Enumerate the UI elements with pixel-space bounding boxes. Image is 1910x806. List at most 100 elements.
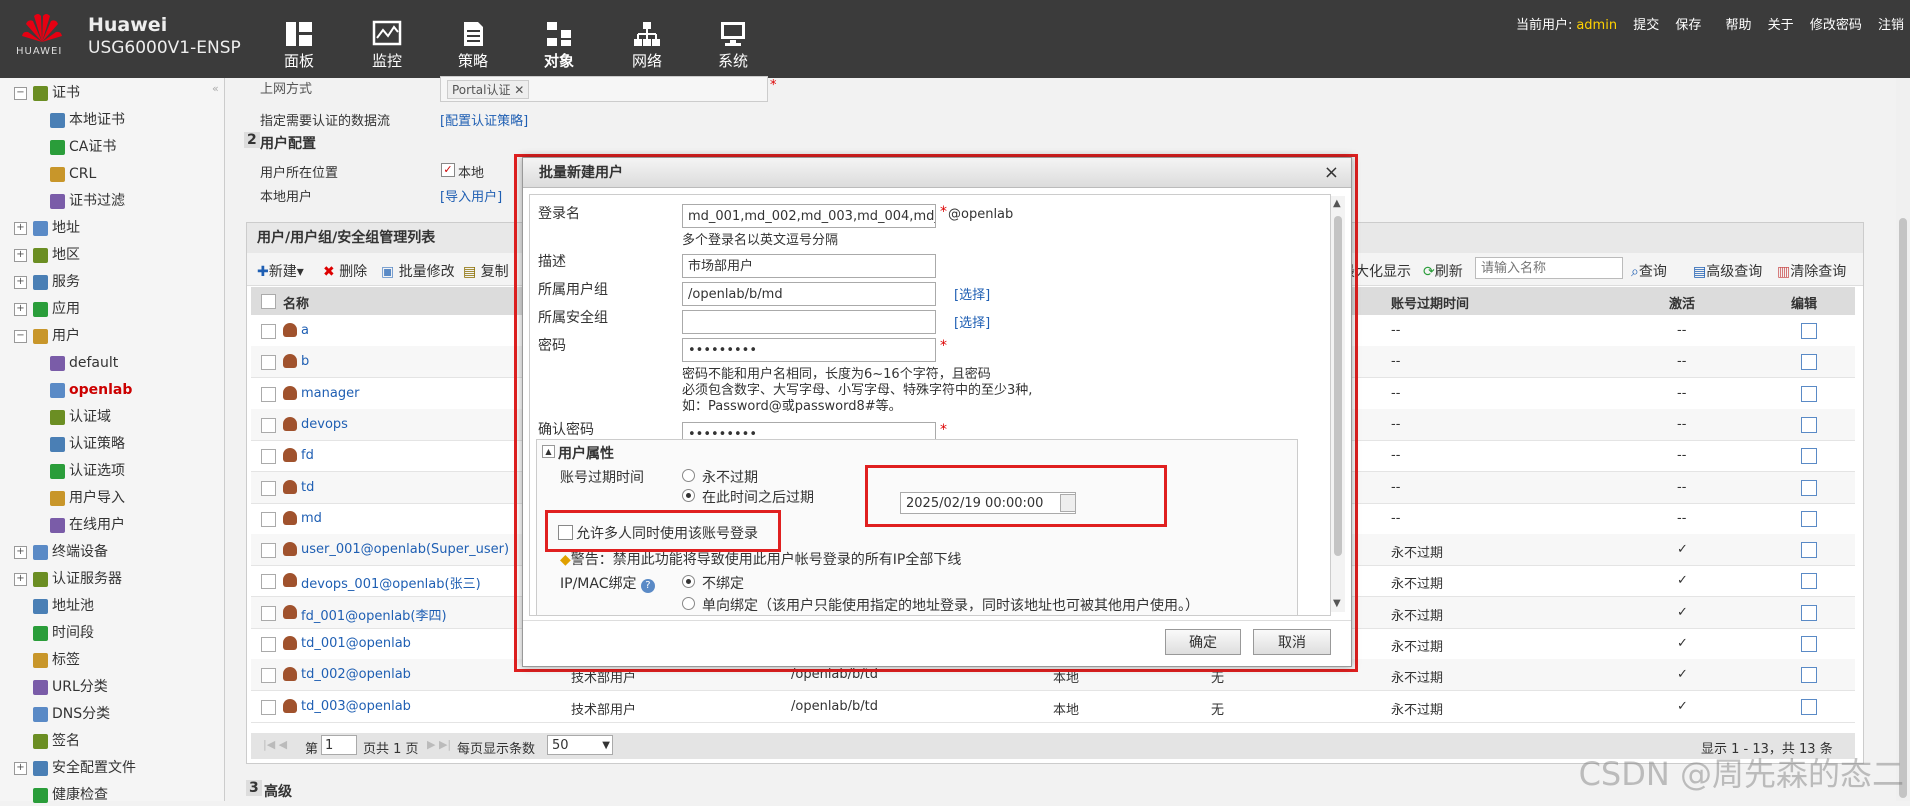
expand-toggle-icon[interactable]: + — [14, 761, 27, 775]
sidebar-item[interactable]: CRL — [50, 163, 96, 185]
expand-toggle-icon[interactable]: + — [14, 248, 27, 262]
expand-toggle-icon[interactable]: + — [14, 572, 27, 586]
row-checkbox[interactable] — [261, 386, 276, 402]
scroll-down-icon[interactable]: ▼ — [1333, 598, 1341, 609]
edit-icon[interactable] — [1801, 323, 1817, 339]
row-checkbox[interactable] — [261, 605, 276, 621]
sidebar-item[interactable]: 地址池 — [14, 595, 94, 617]
nav-monitor[interactable]: 监控 — [352, 16, 422, 72]
sidebar-item[interactable]: 本地证书 — [50, 109, 125, 131]
help-icon[interactable]: ? — [640, 579, 655, 593]
edit-icon[interactable] — [1801, 479, 1817, 496]
search-input[interactable] — [1475, 257, 1623, 279]
expand-toggle-icon[interactable]: − — [14, 86, 27, 100]
select-all-checkbox[interactable] — [261, 294, 276, 309]
user-name-link[interactable]: md — [301, 511, 322, 526]
advanced-query-button[interactable]: ▤高级查询 — [1693, 261, 1762, 281]
sidebar-item[interactable]: 认证选项 — [50, 460, 125, 482]
change-password-link[interactable]: 修改密码 — [1810, 18, 1862, 33]
row-checkbox[interactable] — [261, 637, 276, 652]
local-checkbox[interactable]: ✓ — [441, 163, 455, 177]
never-expire-radio[interactable] — [682, 469, 695, 482]
user-name-link[interactable]: b — [301, 354, 309, 369]
user-name-link[interactable]: manager — [301, 386, 359, 401]
no-bind-radio[interactable] — [682, 575, 695, 588]
nav-dashboard[interactable]: 面板 — [264, 16, 334, 72]
edit-icon[interactable] — [1801, 573, 1817, 590]
page-scrollbar[interactable] — [1896, 78, 1910, 801]
edit-icon[interactable] — [1801, 667, 1817, 684]
user-name-link[interactable]: fd_001@openlab(李四) — [301, 605, 447, 624]
login-name-input[interactable]: md_001,md_002,md_003,md_004,md_0 — [682, 204, 936, 228]
sidebar-item[interactable]: openlab — [50, 379, 132, 401]
row-checkbox[interactable] — [261, 699, 276, 715]
sidebar-item[interactable]: 认证策略 — [50, 433, 125, 455]
table-row[interactable]: td_003@openlab 技术部用户/openlab/b/td 本地 无 永不过期 ✓ — [251, 691, 1855, 723]
edit-icon[interactable] — [1801, 416, 1817, 433]
row-checkbox[interactable] — [261, 355, 276, 371]
sidebar-item[interactable]: 健康检查 — [14, 784, 108, 806]
sidebar-item[interactable]: CA证书 — [50, 136, 116, 158]
expand-toggle-icon[interactable]: − — [14, 329, 27, 343]
edit-icon[interactable] — [1801, 448, 1817, 465]
user-group-input[interactable]: /openlab/b/md — [682, 282, 936, 306]
user-name-link[interactable]: td_003@openlab — [301, 699, 411, 714]
row-checkbox[interactable] — [261, 543, 276, 559]
sidebar-item[interactable]: URL分类 — [14, 676, 108, 698]
sidebar-item[interactable]: 在线用户 — [50, 514, 125, 536]
user-name-link[interactable]: a — [301, 323, 309, 338]
row-checkbox[interactable] — [261, 480, 276, 496]
ok-button[interactable]: 确定 — [1165, 629, 1241, 655]
user-name-link[interactable]: devops_001@openlab(张三) — [301, 573, 481, 592]
copy-button[interactable]: ▤ 复制 — [463, 261, 509, 281]
nav-policy[interactable]: 策略 — [438, 16, 508, 72]
scroll-up-icon[interactable]: ▲ — [1333, 198, 1341, 209]
logout-link[interactable]: 注销 — [1878, 18, 1904, 33]
config-auth-policy-link[interactable]: [配置认证策略] — [440, 110, 528, 129]
delete-button[interactable]: ✖ 删除 — [323, 261, 367, 281]
sidebar-item[interactable]: 用户导入 — [50, 487, 125, 509]
security-group-input[interactable] — [682, 310, 936, 334]
sidebar-item[interactable]: + 认证服务器 — [14, 568, 122, 590]
sidebar-item[interactable]: + 安全配置文件 — [14, 757, 136, 779]
select-user-group-link[interactable]: [选择] — [954, 284, 990, 303]
nav-object[interactable]: 对象 — [524, 16, 594, 72]
nav-network[interactable]: 网络 — [612, 16, 682, 72]
user-name-link[interactable]: td_001@openlab — [301, 636, 411, 651]
description-input[interactable]: 市场部用户 — [682, 254, 936, 278]
sidebar-item[interactable]: 标签 — [14, 649, 80, 671]
edit-icon[interactable] — [1801, 698, 1817, 715]
sidebar-item[interactable]: 认证域 — [50, 406, 111, 428]
sidebar-item[interactable]: 签名 — [14, 730, 80, 752]
one-way-bind-radio[interactable] — [682, 597, 695, 610]
expand-toggle-icon[interactable]: + — [14, 302, 27, 316]
sidebar-item[interactable]: − 证书 — [14, 82, 80, 104]
pager-last-icon[interactable]: ▶ ▶| — [427, 738, 451, 751]
row-checkbox[interactable] — [261, 324, 276, 339]
sidebar-item[interactable]: − 用户 — [14, 325, 80, 347]
sidebar-item[interactable]: 时间段 — [14, 622, 94, 644]
refresh-button[interactable]: ⟳刷新 — [1423, 261, 1463, 281]
new-button[interactable]: ✚新建▾ — [257, 261, 304, 281]
expand-toggle-icon[interactable]: + — [14, 221, 27, 235]
row-checkbox[interactable] — [261, 668, 276, 684]
expand-toggle-icon[interactable]: + — [14, 545, 27, 559]
page-scrollbar-thumb[interactable] — [1899, 218, 1907, 798]
access-method-field[interactable]: Portal认证 ✕ — [440, 76, 768, 102]
close-icon[interactable]: × — [1324, 162, 1339, 183]
collapse-sidebar-icon[interactable]: « — [212, 82, 219, 95]
sidebar-item[interactable]: default — [50, 352, 118, 374]
clear-query-button[interactable]: ▥清除查询 — [1777, 261, 1846, 281]
edit-icon[interactable] — [1801, 385, 1817, 402]
edit-icon[interactable] — [1801, 354, 1817, 371]
edit-icon[interactable] — [1801, 510, 1817, 527]
sidebar-item[interactable]: DNS分类 — [14, 703, 110, 725]
save-link[interactable]: 保存 — [1675, 18, 1701, 33]
password-input[interactable]: ••••••••• — [682, 338, 936, 362]
sidebar-item[interactable]: + 应用 — [14, 298, 80, 320]
row-checkbox[interactable] — [261, 574, 276, 590]
sidebar-item[interactable]: + 终端设备 — [14, 541, 108, 563]
user-name-link[interactable]: devops — [301, 417, 348, 432]
edit-icon[interactable] — [1801, 636, 1817, 652]
user-name-link[interactable]: fd — [301, 448, 314, 463]
